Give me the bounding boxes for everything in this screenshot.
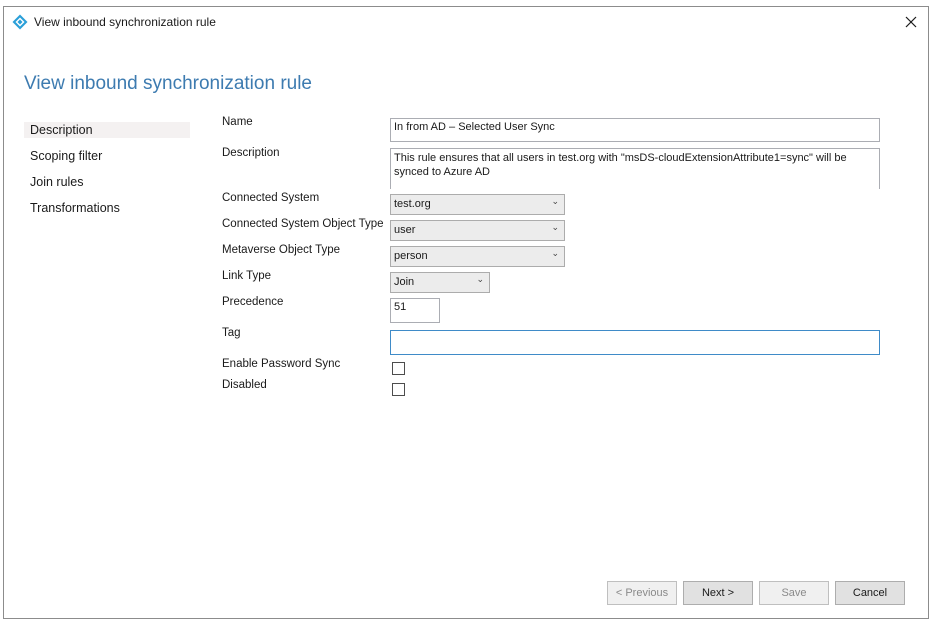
save-button[interactable]: Save bbox=[759, 581, 829, 605]
link-type-value: Join bbox=[394, 276, 415, 288]
window-title: View inbound synchronization rule bbox=[34, 15, 216, 29]
title-bar: View inbound synchronization rule bbox=[4, 7, 928, 37]
metaverse-object-type-select[interactable]: person ⌄ bbox=[390, 246, 565, 267]
connected-system-select[interactable]: test.org ⌄ bbox=[390, 194, 565, 215]
azure-ad-diamond-icon bbox=[12, 14, 28, 30]
nav-item-scoping-filter[interactable]: Scoping filter bbox=[24, 148, 190, 164]
link-type-select[interactable]: Join ⌄ bbox=[390, 272, 490, 293]
name-label: Name bbox=[222, 116, 253, 128]
disabled-checkbox[interactable] bbox=[392, 383, 405, 396]
chevron-down-icon: ⌄ bbox=[551, 248, 559, 258]
nav-item-transformations[interactable]: Transformations bbox=[24, 200, 190, 216]
close-icon bbox=[905, 16, 917, 28]
enable-password-sync-checkbox[interactable] bbox=[392, 362, 405, 375]
next-button[interactable]: Next > bbox=[683, 581, 753, 605]
enable-password-sync-label: Enable Password Sync bbox=[222, 358, 341, 370]
connected-system-object-type-select[interactable]: user ⌄ bbox=[390, 220, 565, 241]
precedence-label: Precedence bbox=[222, 296, 284, 308]
chevron-down-icon: ⌄ bbox=[551, 222, 559, 232]
description-field[interactable]: This rule ensures that all users in test… bbox=[390, 148, 880, 189]
chevron-down-icon: ⌄ bbox=[476, 274, 484, 284]
previous-button[interactable]: < Previous bbox=[607, 581, 677, 605]
name-field[interactable]: In from AD – Selected User Sync bbox=[390, 118, 880, 142]
cancel-button[interactable]: Cancel bbox=[835, 581, 905, 605]
dialog-window: View inbound synchronization rule View i… bbox=[3, 6, 929, 619]
tag-label: Tag bbox=[222, 327, 241, 339]
tag-field[interactable] bbox=[390, 330, 880, 355]
metaverse-object-type-value: person bbox=[394, 250, 428, 262]
disabled-label: Disabled bbox=[222, 379, 267, 391]
connected-system-label: Connected System bbox=[222, 192, 320, 204]
nav-item-description[interactable]: Description bbox=[24, 122, 190, 138]
connected-system-object-type-label: Connected System Object Type bbox=[222, 218, 384, 230]
connected-system-object-type-value: user bbox=[394, 224, 416, 236]
page-title: View inbound synchronization rule bbox=[24, 73, 312, 94]
nav-item-join-rules[interactable]: Join rules bbox=[24, 174, 190, 190]
chevron-down-icon: ⌄ bbox=[551, 196, 559, 206]
link-type-label: Link Type bbox=[222, 270, 272, 282]
metaverse-object-type-label: Metaverse Object Type bbox=[222, 244, 341, 256]
description-label: Description bbox=[222, 147, 280, 159]
connected-system-value: test.org bbox=[394, 198, 431, 210]
close-button[interactable] bbox=[900, 11, 922, 33]
precedence-field[interactable]: 51 bbox=[390, 298, 440, 323]
